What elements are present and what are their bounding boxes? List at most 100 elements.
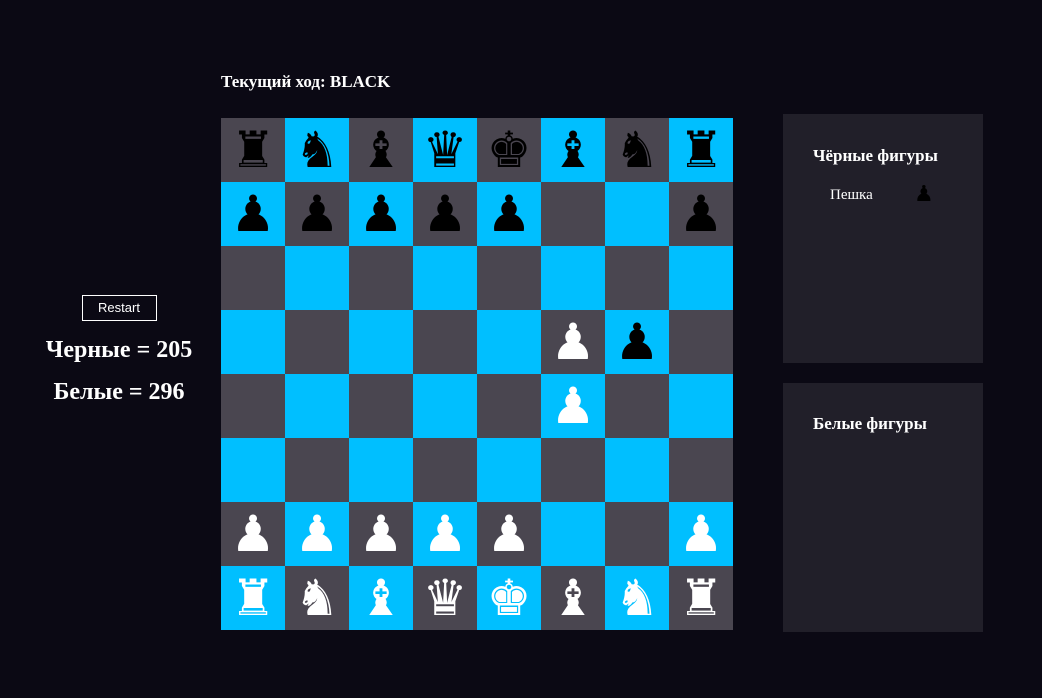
white-knight-icon[interactable]: ♞ bbox=[295, 573, 340, 623]
square-a3[interactable] bbox=[221, 438, 285, 502]
square-c7[interactable]: ♟ bbox=[349, 182, 413, 246]
square-d3[interactable] bbox=[413, 438, 477, 502]
square-e8[interactable]: ♚ bbox=[477, 118, 541, 182]
captured-item-name: Пешка bbox=[830, 186, 873, 203]
square-e5[interactable] bbox=[477, 310, 541, 374]
square-d8[interactable]: ♛ bbox=[413, 118, 477, 182]
white-bishop-icon[interactable]: ♝ bbox=[359, 573, 404, 623]
square-h7[interactable]: ♟ bbox=[669, 182, 733, 246]
white-pawn-icon[interactable]: ♟ bbox=[295, 509, 340, 559]
white-pawn-icon[interactable]: ♟ bbox=[551, 381, 596, 431]
square-c5[interactable] bbox=[349, 310, 413, 374]
square-c3[interactable] bbox=[349, 438, 413, 502]
square-g7[interactable] bbox=[605, 182, 669, 246]
black-king-icon[interactable]: ♚ bbox=[487, 125, 532, 175]
white-rook-icon[interactable]: ♜ bbox=[679, 573, 724, 623]
square-c2[interactable]: ♟ bbox=[349, 502, 413, 566]
square-c1[interactable]: ♝ bbox=[349, 566, 413, 630]
square-d6[interactable] bbox=[413, 246, 477, 310]
black-pawn-icon[interactable]: ♟ bbox=[295, 189, 340, 239]
square-g8[interactable]: ♞ bbox=[605, 118, 669, 182]
black-bishop-icon[interactable]: ♝ bbox=[359, 125, 404, 175]
square-c8[interactable]: ♝ bbox=[349, 118, 413, 182]
square-b5[interactable] bbox=[285, 310, 349, 374]
restart-button[interactable]: Restart bbox=[81, 295, 157, 321]
square-f6[interactable] bbox=[541, 246, 605, 310]
square-h1[interactable]: ♜ bbox=[669, 566, 733, 630]
square-e4[interactable] bbox=[477, 374, 541, 438]
square-a2[interactable]: ♟ bbox=[221, 502, 285, 566]
black-pawn-icon[interactable]: ♟ bbox=[679, 189, 724, 239]
square-g2[interactable] bbox=[605, 502, 669, 566]
square-b7[interactable]: ♟ bbox=[285, 182, 349, 246]
square-d5[interactable] bbox=[413, 310, 477, 374]
black-pawn-icon[interactable]: ♟ bbox=[231, 189, 276, 239]
square-f3[interactable] bbox=[541, 438, 605, 502]
white-pawn-icon[interactable]: ♟ bbox=[231, 509, 276, 559]
white-pawn-icon[interactable]: ♟ bbox=[359, 509, 404, 559]
square-b6[interactable] bbox=[285, 246, 349, 310]
square-h3[interactable] bbox=[669, 438, 733, 502]
square-f7[interactable] bbox=[541, 182, 605, 246]
white-pawn-icon[interactable]: ♟ bbox=[551, 317, 596, 367]
square-f8[interactable]: ♝ bbox=[541, 118, 605, 182]
square-h2[interactable]: ♟ bbox=[669, 502, 733, 566]
square-c4[interactable] bbox=[349, 374, 413, 438]
black-pawn-icon: ♟ bbox=[914, 182, 934, 207]
square-g1[interactable]: ♞ bbox=[605, 566, 669, 630]
square-b3[interactable] bbox=[285, 438, 349, 502]
square-h8[interactable]: ♜ bbox=[669, 118, 733, 182]
square-a8[interactable]: ♜ bbox=[221, 118, 285, 182]
square-f2[interactable] bbox=[541, 502, 605, 566]
square-b4[interactable] bbox=[285, 374, 349, 438]
square-h6[interactable] bbox=[669, 246, 733, 310]
square-g3[interactable] bbox=[605, 438, 669, 502]
square-e7[interactable]: ♟ bbox=[477, 182, 541, 246]
black-knight-icon[interactable]: ♞ bbox=[295, 125, 340, 175]
white-pawn-icon[interactable]: ♟ bbox=[679, 509, 724, 559]
square-g4[interactable] bbox=[605, 374, 669, 438]
square-g5[interactable]: ♟ bbox=[605, 310, 669, 374]
black-pawn-icon[interactable]: ♟ bbox=[615, 317, 660, 367]
square-d2[interactable]: ♟ bbox=[413, 502, 477, 566]
square-f4[interactable]: ♟ bbox=[541, 374, 605, 438]
white-king-icon[interactable]: ♚ bbox=[487, 573, 532, 623]
black-pawn-icon[interactable]: ♟ bbox=[359, 189, 404, 239]
black-rook-icon[interactable]: ♜ bbox=[231, 125, 276, 175]
square-f5[interactable]: ♟ bbox=[541, 310, 605, 374]
square-b1[interactable]: ♞ bbox=[285, 566, 349, 630]
square-d7[interactable]: ♟ bbox=[413, 182, 477, 246]
square-a5[interactable] bbox=[221, 310, 285, 374]
square-a6[interactable] bbox=[221, 246, 285, 310]
white-knight-icon[interactable]: ♞ bbox=[615, 573, 660, 623]
black-bishop-icon[interactable]: ♝ bbox=[551, 125, 596, 175]
square-e1[interactable]: ♚ bbox=[477, 566, 541, 630]
square-h4[interactable] bbox=[669, 374, 733, 438]
white-pawn-icon[interactable]: ♟ bbox=[423, 509, 468, 559]
white-bishop-icon[interactable]: ♝ bbox=[551, 573, 596, 623]
square-f1[interactable]: ♝ bbox=[541, 566, 605, 630]
white-queen-icon[interactable]: ♛ bbox=[423, 573, 468, 623]
square-e6[interactable] bbox=[477, 246, 541, 310]
black-rook-icon[interactable]: ♜ bbox=[679, 125, 724, 175]
black-pawn-icon[interactable]: ♟ bbox=[487, 189, 532, 239]
square-b2[interactable]: ♟ bbox=[285, 502, 349, 566]
white-rook-icon[interactable]: ♜ bbox=[231, 573, 276, 623]
captured-item: Пешка ♟ bbox=[783, 184, 983, 206]
black-pawn-icon[interactable]: ♟ bbox=[423, 189, 468, 239]
square-g6[interactable] bbox=[605, 246, 669, 310]
square-h5[interactable] bbox=[669, 310, 733, 374]
square-a1[interactable]: ♜ bbox=[221, 566, 285, 630]
square-d1[interactable]: ♛ bbox=[413, 566, 477, 630]
black-queen-icon[interactable]: ♛ bbox=[423, 125, 468, 175]
square-d4[interactable] bbox=[413, 374, 477, 438]
square-e3[interactable] bbox=[477, 438, 541, 502]
square-c6[interactable] bbox=[349, 246, 413, 310]
black-knight-icon[interactable]: ♞ bbox=[615, 125, 660, 175]
square-e2[interactable]: ♟ bbox=[477, 502, 541, 566]
white-score: Белые = 296 bbox=[53, 379, 185, 405]
square-a7[interactable]: ♟ bbox=[221, 182, 285, 246]
square-b8[interactable]: ♞ bbox=[285, 118, 349, 182]
square-a4[interactable] bbox=[221, 374, 285, 438]
white-pawn-icon[interactable]: ♟ bbox=[487, 509, 532, 559]
